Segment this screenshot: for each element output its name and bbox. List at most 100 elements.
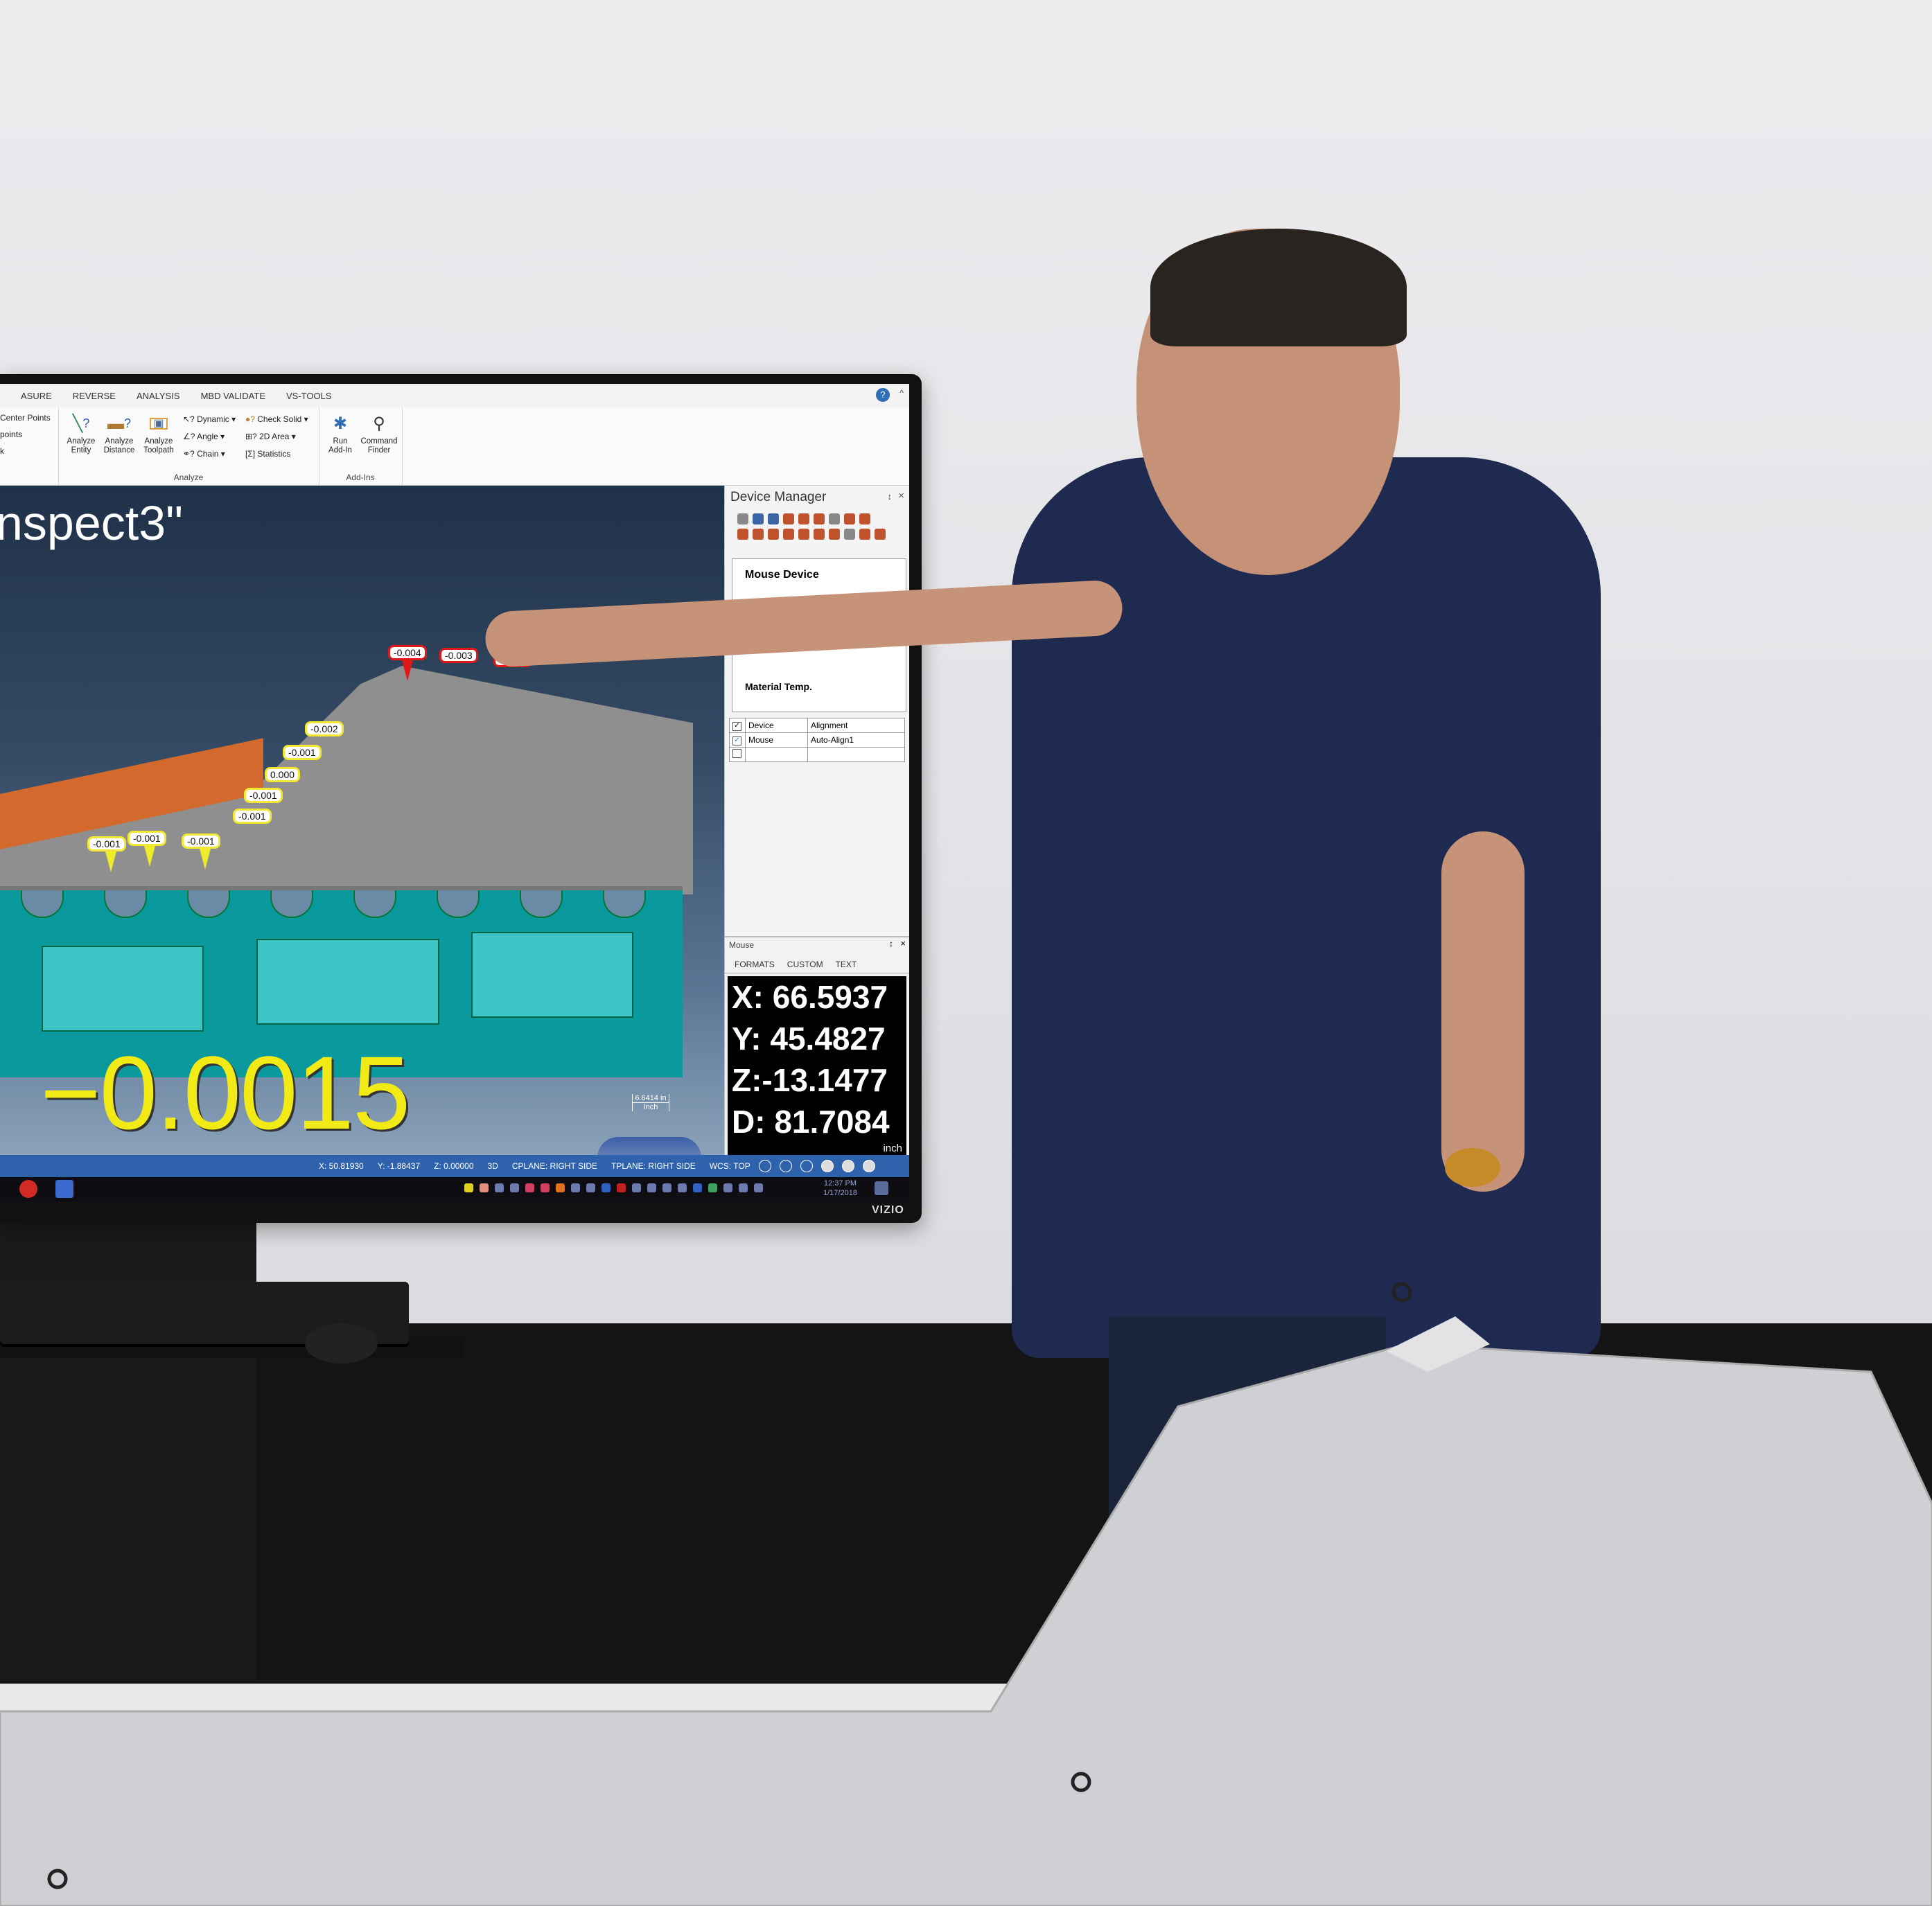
- d-readout: D: 81.7084: [732, 1104, 890, 1140]
- dro-display: X: 66.5937 Y: 45.4827 Z:-13.1477 D: 81.7…: [728, 976, 906, 1155]
- settings-list-icon[interactable]: [768, 513, 779, 524]
- deviation-tag-out-of-tolerance[interactable]: -0.003: [439, 648, 478, 663]
- ribbon-group-partial: Center Points points k: [0, 407, 59, 485]
- addins-group-label: Add-Ins: [346, 473, 375, 482]
- ribbon: Center Points points k ╲? Analyze Entity…: [0, 407, 909, 486]
- device-cell: [744, 747, 809, 762]
- device-table: ✓ Device Alignment ✓ Mouse Auto-Align1: [729, 718, 905, 762]
- target-medium-icon[interactable]: [768, 529, 779, 540]
- probe-gear-icon[interactable]: [844, 513, 855, 524]
- points-button[interactable]: points: [0, 430, 22, 439]
- pin-icon[interactable]: ↕: [888, 491, 893, 502]
- camera-icon[interactable]: [844, 529, 855, 540]
- alignment-cell: Auto-Align1: [807, 732, 905, 748]
- row-checkbox[interactable]: ✓: [732, 736, 741, 745]
- statistics-button[interactable]: [Σ] Statistics: [245, 449, 290, 459]
- frame-cutout: [256, 939, 439, 1025]
- frame-slot: [603, 890, 646, 918]
- target-large-icon[interactable]: [753, 529, 764, 540]
- run-addin-button[interactable]: ✱ Run Add-In: [323, 412, 358, 455]
- pin-icon[interactable]: ↕: [889, 939, 893, 948]
- command-finder-button[interactable]: ⚲ Command Finder: [359, 412, 399, 455]
- monitor: ASURE REVERSE ANALYSIS MBD VALIDATE VS-T…: [0, 374, 922, 1223]
- column-header-alignment: Alignment: [807, 718, 905, 733]
- chain-button[interactable]: ⚭? Chain ▾: [183, 449, 225, 459]
- alignment-cell: [807, 747, 905, 762]
- tab-text[interactable]: TEXT: [836, 960, 857, 969]
- table-row[interactable]: [729, 747, 905, 762]
- deviation-arrow: [200, 849, 211, 870]
- deviation-tag[interactable]: -0.001: [244, 788, 283, 803]
- frame-slot: [270, 890, 313, 918]
- multi-target-icon[interactable]: [814, 529, 825, 540]
- dynamic-button[interactable]: ↖? Dynamic ▾: [183, 414, 236, 424]
- frame-cutout: [42, 946, 204, 1032]
- deviation-tag[interactable]: -0.001: [87, 836, 126, 851]
- mouse-readout-panel: Mouse ↕ × FORMATS CUSTOM TEXT X: 66.5937…: [725, 936, 909, 1156]
- tab-custom[interactable]: CUSTOM: [787, 960, 823, 969]
- tab-analysis[interactable]: ANALYSIS: [137, 391, 180, 401]
- select-all-checkbox[interactable]: ✓: [732, 722, 741, 731]
- frame-slot: [520, 890, 563, 918]
- device-manager-title: Device Manager: [730, 490, 827, 504]
- probe-check-icon[interactable]: [814, 513, 825, 524]
- tab-reverse[interactable]: REVERSE: [73, 391, 116, 401]
- deviation-tag[interactable]: -0.001: [283, 745, 322, 760]
- scale-bar: 6.6414 in Inch: [632, 1094, 669, 1111]
- person-hair: [1150, 229, 1407, 346]
- frame-slot: [437, 890, 480, 918]
- table-header: ✓ Device Alignment: [729, 718, 905, 733]
- deviation-tag[interactable]: -0.001: [182, 833, 220, 849]
- crosshair-icon[interactable]: [829, 529, 840, 540]
- close-icon[interactable]: ×: [900, 938, 906, 948]
- arm-settings-icon[interactable]: [875, 529, 886, 540]
- tab-measure[interactable]: ASURE: [21, 391, 52, 401]
- partial-dropdown-button[interactable]: k: [0, 446, 4, 456]
- deviation-tag-out-of-tolerance[interactable]: -0.004: [388, 645, 427, 660]
- deviation-tag[interactable]: -0.001: [128, 831, 166, 846]
- calibration-icon[interactable]: [829, 513, 840, 524]
- chain-icon: ⚭?: [183, 449, 197, 459]
- table-row[interactable]: ✓ Mouse Auto-Align1: [729, 732, 905, 748]
- deviation-readout: −0.0015: [40, 1034, 410, 1151]
- arm-device-icon[interactable]: [798, 513, 809, 524]
- check-solid-button[interactable]: ●? Check Solid ▾: [245, 414, 308, 424]
- analyze-distance-button[interactable]: ▬? Analyze Distance: [100, 412, 139, 455]
- collapse-ribbon-icon[interactable]: ^: [899, 388, 904, 398]
- ruler-icon: ▬?: [107, 414, 132, 433]
- tab-formats[interactable]: FORMATS: [735, 960, 775, 969]
- person-resting-arm: [1441, 831, 1525, 1192]
- close-icon[interactable]: ×: [898, 490, 904, 502]
- analyze-group-label: Analyze: [173, 473, 204, 482]
- tools-icon[interactable]: [859, 529, 870, 540]
- deviation-arrow: [144, 846, 155, 867]
- graphics-viewport[interactable]: nspect3" -0.002 -0.001 0.000 -0.001 -0.0…: [0, 486, 724, 1155]
- training-icon[interactable]: [859, 513, 870, 524]
- deviation-tag[interactable]: -0.001: [233, 809, 272, 824]
- analyze-toolpath-button[interactable]: ▣ Analyze Toolpath: [140, 412, 177, 455]
- 2d-area-button[interactable]: ⊞? 2D Area ▾: [245, 432, 296, 441]
- center-points-button[interactable]: Center Points: [0, 413, 51, 423]
- frame-slot: [353, 890, 396, 918]
- gear-icon[interactable]: [783, 513, 794, 524]
- dro-icon[interactable]: [753, 513, 764, 524]
- deviation-tag[interactable]: -0.002: [305, 721, 344, 736]
- frame-slot: [21, 890, 64, 918]
- probe-list-icon[interactable]: [798, 529, 809, 540]
- column-header-device: Device: [744, 718, 809, 733]
- row-checkbox[interactable]: [732, 749, 741, 758]
- home-icon[interactable]: [737, 529, 748, 540]
- tab-vs-tools[interactable]: VS-TOOLS: [286, 391, 332, 401]
- help-icon[interactable]: ?: [876, 388, 890, 402]
- deviation-tag[interactable]: 0.000: [265, 767, 301, 782]
- frame-slot: [104, 890, 147, 918]
- mouse-panel-tabs: FORMATS CUSTOM TEXT: [725, 955, 909, 973]
- analyze-entity-icon: ╲?: [72, 414, 90, 433]
- sigma-icon: [Σ]: [245, 449, 258, 459]
- target-small-icon[interactable]: [783, 529, 794, 540]
- tab-mbd-validate[interactable]: MBD VALIDATE: [201, 391, 265, 401]
- angle-icon: ∠?: [183, 432, 197, 441]
- angle-button[interactable]: ∠? Angle ▾: [183, 432, 225, 441]
- mouse-device-icon[interactable]: [737, 513, 748, 524]
- analyze-entity-button[interactable]: ╲? Analyze Entity: [64, 412, 98, 455]
